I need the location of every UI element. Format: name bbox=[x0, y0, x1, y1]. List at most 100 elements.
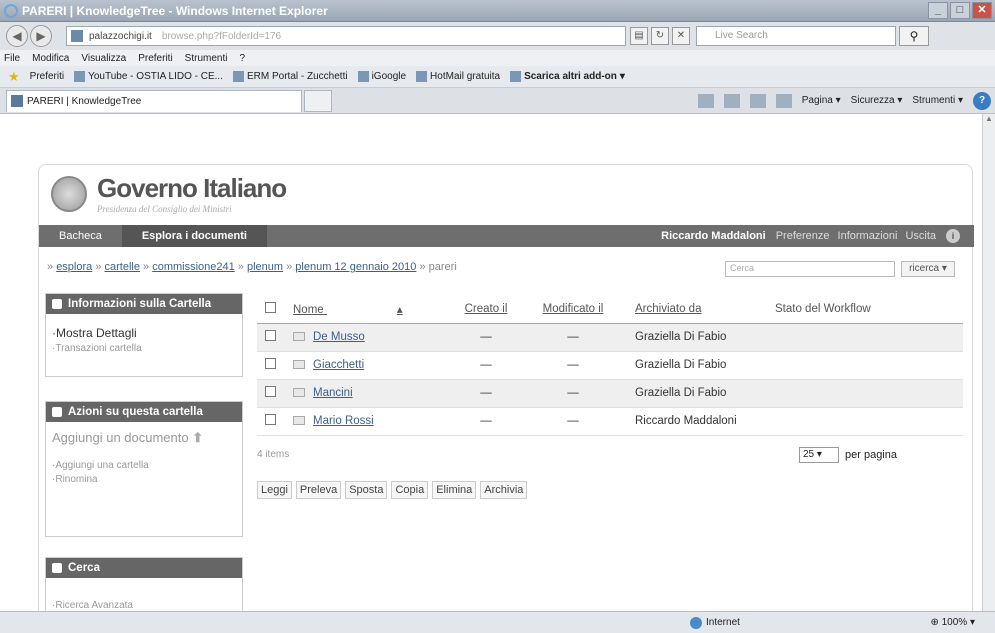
menu-favorites[interactable]: Preferiti bbox=[138, 53, 172, 64]
folder-link[interactable]: Giacchetti bbox=[313, 359, 364, 371]
crumb-plenum-date[interactable]: plenum 12 gennaio 2010 bbox=[295, 261, 416, 273]
close-button[interactable]: ✕ bbox=[972, 2, 992, 19]
col-archived-by[interactable]: Archiviato da bbox=[623, 295, 773, 324]
add-folder-link[interactable]: ·Aggiungi una cartella bbox=[52, 460, 236, 471]
row-checkbox[interactable] bbox=[265, 330, 276, 341]
per-page-select[interactable]: 25 ▾ bbox=[799, 447, 839, 463]
security-zone[interactable]: Internet bbox=[690, 616, 740, 629]
row-checkbox[interactable] bbox=[265, 386, 276, 397]
copy-button[interactable]: Copia bbox=[391, 481, 429, 499]
fav-hotmail[interactable]: HotMail gratuita bbox=[416, 71, 500, 82]
help-icon[interactable]: ? bbox=[973, 91, 991, 110]
per-page-control: 25 ▾ per pagina bbox=[799, 447, 897, 463]
window-titlebar: PARERI | KnowledgeTree - Windows Interne… bbox=[0, 0, 995, 22]
up-arrow-icon: ⬆ bbox=[192, 430, 204, 445]
emblem-icon bbox=[51, 175, 87, 212]
table-row: Giacchetti — — Graziella Di Fabio bbox=[257, 351, 963, 380]
row-checkbox[interactable] bbox=[265, 358, 276, 369]
crumb-current: pareri bbox=[428, 261, 457, 273]
move-button[interactable]: Sposta bbox=[345, 481, 388, 499]
select-all-checkbox[interactable] bbox=[265, 301, 276, 313]
crumb-plenum[interactable]: plenum bbox=[247, 261, 283, 273]
tab-knowledgetree[interactable]: PARERI | KnowledgeTree bbox=[6, 89, 302, 112]
info-icon[interactable]: i bbox=[946, 229, 960, 243]
main-nav: Bacheca Esplora i documenti Riccardo Mad… bbox=[39, 225, 974, 247]
nav-preferences[interactable]: Preferenze bbox=[772, 230, 834, 242]
home-icon[interactable] bbox=[697, 93, 714, 108]
logo-title: Governo Italiano bbox=[97, 173, 287, 203]
address-bar[interactable]: palazzochigi.it browse.php?fFolderId=176 bbox=[66, 26, 626, 46]
refresh-icon[interactable]: ↻ bbox=[651, 27, 669, 45]
menu-tools[interactable]: Strumenti bbox=[185, 53, 228, 64]
show-details-link[interactable]: ·Mostra Dettagli bbox=[52, 326, 236, 340]
address-row: ◀ ▶ palazzochigi.it browse.php?fFolderId… bbox=[0, 22, 995, 50]
nav-user: Riccardo Maddaloni bbox=[661, 230, 766, 242]
checkout-button[interactable]: Preleva bbox=[295, 481, 342, 499]
print-icon[interactable] bbox=[775, 93, 792, 108]
feeds-icon[interactable] bbox=[723, 93, 740, 108]
back-button[interactable]: ◀ bbox=[6, 25, 28, 47]
crumb-commissione[interactable]: commissione241 bbox=[152, 261, 235, 273]
nav-info[interactable]: Informazioni bbox=[834, 230, 902, 242]
site-search-button[interactable]: ricerca ▾ bbox=[901, 261, 955, 277]
breadcrumb: » esplora » cartelle » commissione241 » … bbox=[47, 261, 457, 273]
minimize-button[interactable]: _ bbox=[928, 2, 948, 19]
nav-browse[interactable]: Esplora i documenti bbox=[121, 225, 267, 247]
star-icon: ★ bbox=[8, 68, 20, 84]
fav-youtube[interactable]: YouTube - OSTIA LIDO - CE... bbox=[74, 71, 223, 82]
col-name[interactable]: Nome bbox=[293, 304, 324, 316]
read-button[interactable]: Leggi bbox=[257, 481, 292, 499]
bulk-actions: Leggi Preleva Sposta Copia Elimina Archi… bbox=[257, 481, 528, 499]
menu-view[interactable]: Visualizza bbox=[81, 53, 126, 64]
fav-erm[interactable]: ERM Portal - Zucchetti bbox=[232, 71, 348, 82]
maximize-button[interactable]: □ bbox=[950, 2, 970, 19]
crumb-explore[interactable]: esplora bbox=[56, 261, 92, 273]
page-viewport: Governo Italiano Presidenza del Consigli… bbox=[0, 114, 982, 611]
menu-bar: File Modifica Visualizza Preferiti Strum… bbox=[0, 50, 995, 66]
folder-icon bbox=[293, 416, 305, 426]
panel-icon bbox=[52, 563, 62, 573]
menu-file[interactable]: File bbox=[4, 53, 20, 64]
status-bar: Internet ⊕ 100% ▾ bbox=[0, 611, 995, 633]
menu-edit[interactable]: Modifica bbox=[32, 53, 69, 64]
crumb-folders[interactable]: cartelle bbox=[105, 261, 140, 273]
nav-dashboard[interactable]: Bacheca bbox=[39, 225, 122, 247]
compat-view-icon[interactable]: ▤ bbox=[630, 27, 648, 45]
igoogle-icon bbox=[357, 71, 369, 82]
tools-menu[interactable]: Strumenti ▾ bbox=[912, 95, 963, 106]
table-row: De Musso — — Graziella Di Fabio bbox=[257, 323, 963, 352]
archive-button[interactable]: Archivia bbox=[480, 481, 528, 499]
favorites-bar: ★ Preferiti YouTube - OSTIA LIDO - CE...… bbox=[0, 66, 995, 88]
fav-addons[interactable]: Scarica altri add-on ▾ bbox=[510, 71, 625, 82]
add-document-link[interactable]: Aggiungi un documento ⬆ bbox=[52, 430, 236, 446]
new-tab-button[interactable] bbox=[304, 89, 332, 112]
row-checkbox[interactable] bbox=[265, 414, 276, 425]
page-menu[interactable]: Pagina ▾ bbox=[802, 95, 841, 106]
col-created[interactable]: Creato il bbox=[449, 295, 523, 324]
stop-icon[interactable]: ✕ bbox=[672, 27, 690, 45]
live-search-input[interactable]: Live Search bbox=[696, 26, 896, 46]
favorites-button[interactable]: Preferiti bbox=[30, 71, 64, 82]
forward-button[interactable]: ▶ bbox=[30, 25, 52, 47]
search-go-icon[interactable]: ⚲ bbox=[899, 26, 929, 46]
vertical-scrollbar[interactable]: ▲ bbox=[982, 114, 995, 611]
menu-help[interactable]: ? bbox=[239, 53, 245, 64]
nav-logout[interactable]: Uscita bbox=[901, 230, 940, 242]
advanced-search-link[interactable]: ·Ricerca Avanzata bbox=[52, 600, 236, 611]
fav-igoogle[interactable]: iGoogle bbox=[357, 71, 406, 82]
rename-link[interactable]: ·Rinomina bbox=[52, 474, 236, 485]
folder-link[interactable]: De Musso bbox=[313, 331, 365, 343]
site-search-input[interactable]: Cerca bbox=[725, 261, 895, 277]
mail-icon[interactable] bbox=[749, 93, 766, 108]
zoom-level[interactable]: ⊕ 100% ▾ bbox=[930, 617, 995, 628]
folder-transactions-link[interactable]: ·Transazioni cartella bbox=[52, 343, 236, 354]
folder-link[interactable]: Mancini bbox=[313, 387, 353, 399]
col-modified[interactable]: Modificato il bbox=[523, 295, 623, 324]
delete-button[interactable]: Elimina bbox=[432, 481, 477, 499]
addons-icon bbox=[510, 71, 522, 82]
tab-favicon bbox=[11, 95, 23, 107]
folder-link[interactable]: Mario Rossi bbox=[313, 415, 374, 427]
site-logo[interactable]: Governo Italiano Presidenza del Consigli… bbox=[51, 173, 287, 214]
col-workflow: Stato del Workflow bbox=[773, 295, 963, 324]
security-menu[interactable]: Sicurezza ▾ bbox=[851, 95, 903, 106]
